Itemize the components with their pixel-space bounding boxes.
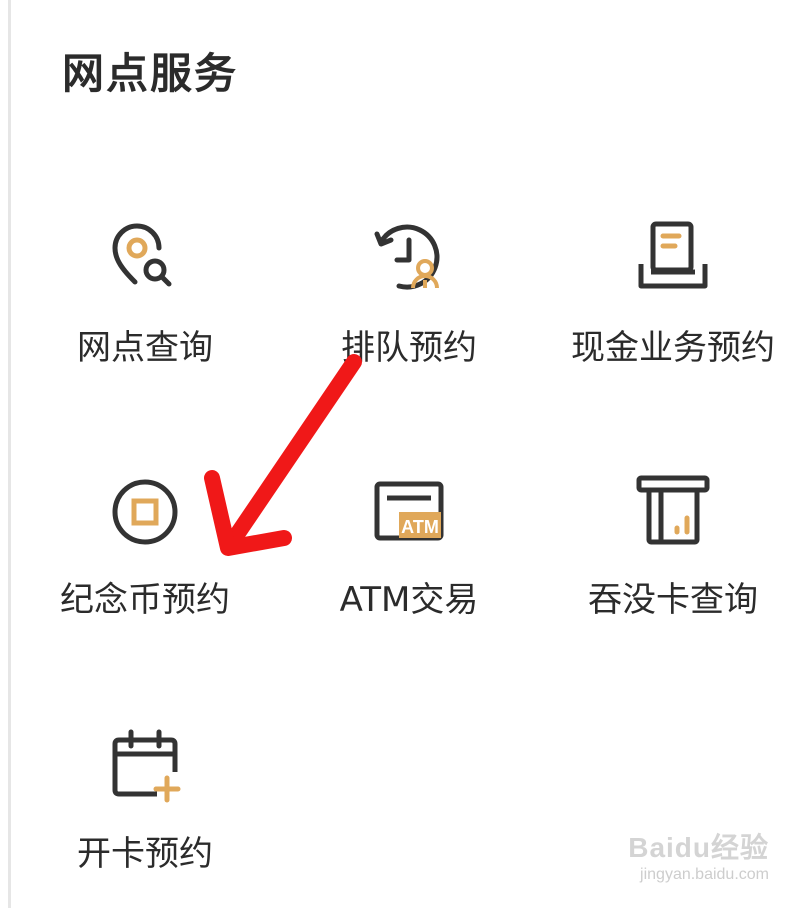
card-slot-icon <box>633 472 713 552</box>
cash-document-icon <box>633 220 713 300</box>
svg-text:ATM: ATM <box>401 517 439 537</box>
service-queue-reservation[interactable]: 排队预约 <box>284 220 534 420</box>
service-label: 网点查询 <box>77 328 213 368</box>
queue-clock-icon <box>369 220 449 300</box>
atm-icon: ATM <box>369 472 449 552</box>
coin-icon <box>105 472 185 552</box>
watermark-url: jingyan.baidu.com <box>640 866 769 883</box>
service-atm-transaction[interactable]: ATM ATM交易 <box>284 472 534 672</box>
section-title: 网点服务 <box>62 49 239 98</box>
service-label: 吞没卡查询 <box>588 580 758 620</box>
service-label: 排队预约 <box>341 328 477 368</box>
service-swallowed-card[interactable]: 吞没卡查询 <box>548 472 798 672</box>
service-coin-reservation[interactable]: 纪念币预约 <box>20 472 270 672</box>
left-divider <box>8 0 11 908</box>
service-label: 现金业务预约 <box>571 328 775 368</box>
service-cash-reservation[interactable]: 现金业务预约 <box>548 220 798 420</box>
page: 网点服务 网点查询 排队预约 现金业务预约 纪念币预约 ATM ATM交易 吞没… <box>0 0 809 908</box>
service-label: 纪念币预约 <box>60 580 230 620</box>
baidu-watermark: Baidu经验 jingyan.baidu.com <box>619 818 769 888</box>
watermark-brand: Baidu经验 <box>628 832 769 863</box>
service-card-opening[interactable]: 开卡预约 <box>20 726 270 908</box>
service-label: ATM交易 <box>339 580 479 620</box>
service-label: 开卡预约 <box>77 834 213 874</box>
location-search-icon <box>105 220 185 300</box>
service-branch-search[interactable]: 网点查询 <box>20 220 270 420</box>
calendar-plus-icon <box>105 726 185 806</box>
